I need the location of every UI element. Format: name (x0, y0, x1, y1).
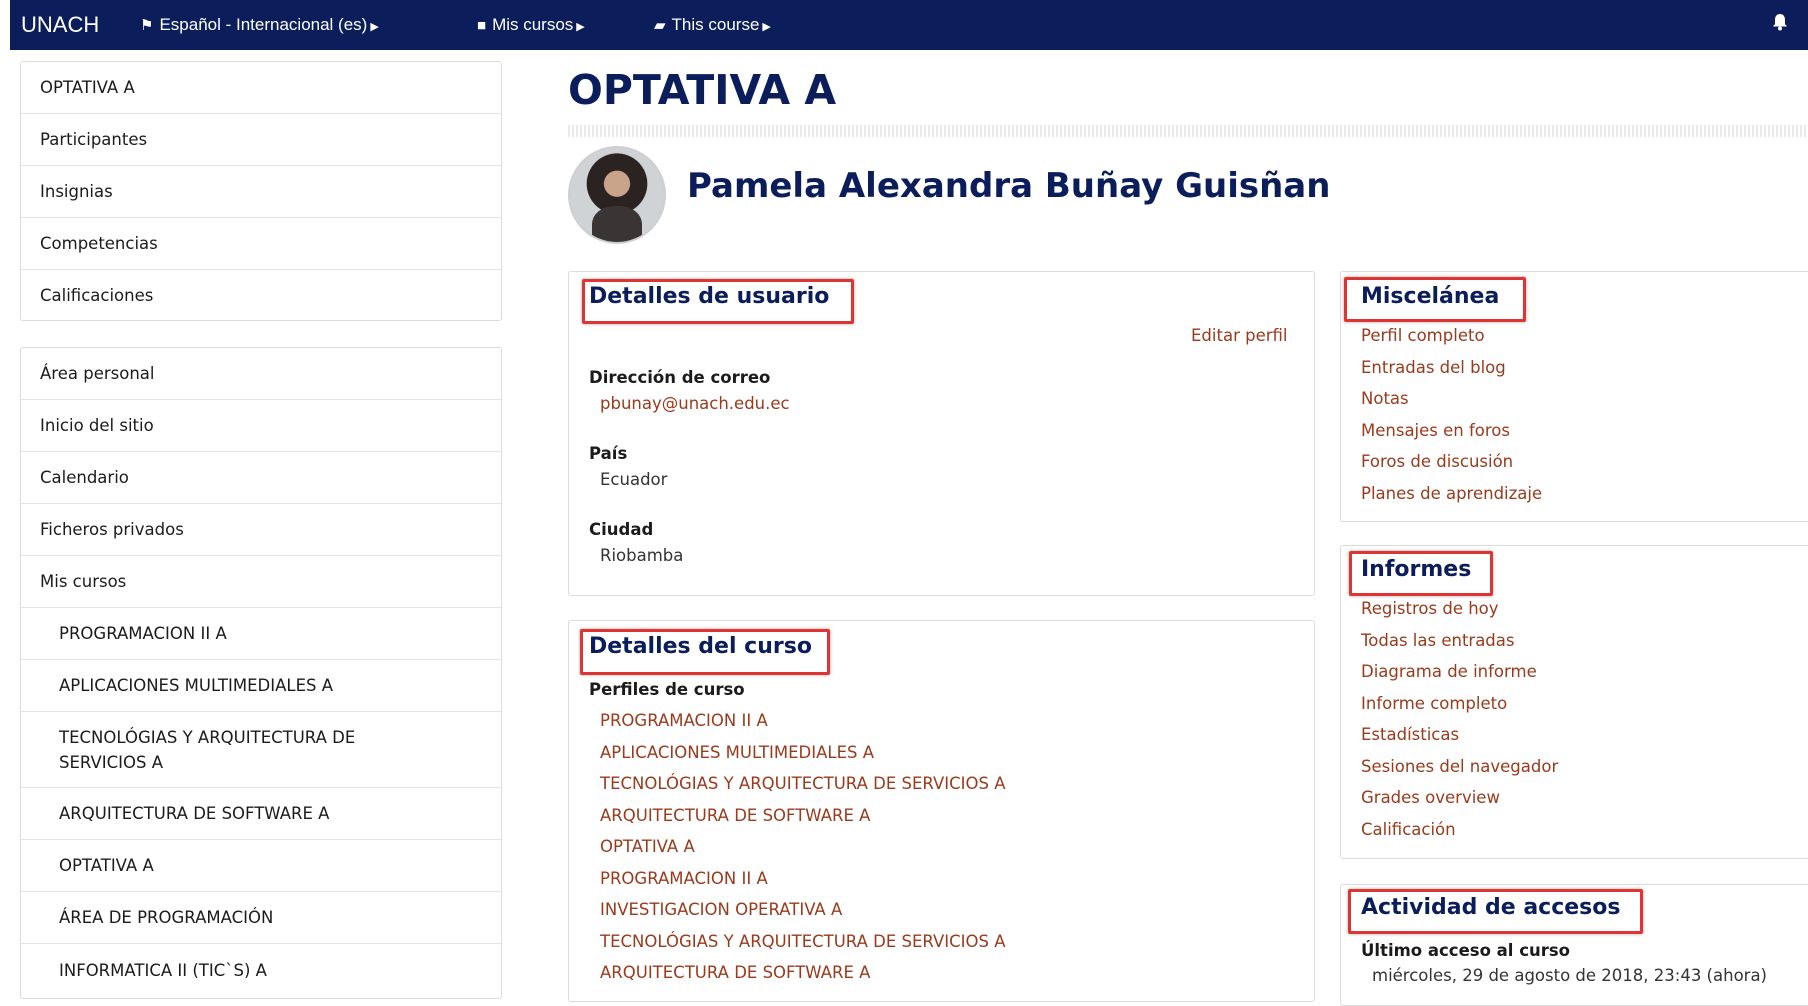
this-course-menu[interactable]: ▰ This course ▶ (654, 0, 771, 52)
sidebar-item-private-files[interactable]: Ficheros privados (21, 504, 501, 556)
country-label: País (589, 444, 628, 463)
sidebar-course-item[interactable]: ARQUITECTURA DE SOFTWARE A (21, 788, 501, 840)
my-courses-menu[interactable]: ■ Mis cursos ▶ (477, 0, 585, 52)
sidebar-item-course[interactable]: OPTATIVA A (21, 62, 501, 114)
briefcase-icon: ■ (477, 17, 487, 34)
my-courses-label: Mis cursos (492, 15, 574, 34)
reports-links: Registros de hoy Todas las entradas Diag… (1361, 593, 1558, 845)
last-access-label: Último acceso al curso (1361, 941, 1571, 960)
notes-link[interactable]: Notas (1361, 383, 1542, 415)
sidebar-item-competencies[interactable]: Competencias (21, 218, 501, 270)
sidebar-course-item[interactable]: TECNOLÓGIAS Y ARQUITECTURA DE SERVICIOS … (21, 712, 501, 788)
top-navbar: UNACH ⚑ Español - Internacional (es) ▶ ■ Mi… (10, 0, 1808, 50)
site-navigation-block: Área personal Inicio del sitio Calendari… (20, 347, 502, 999)
flag-icon: ⚑ (140, 17, 154, 34)
full-profile-link[interactable]: Perfil completo (1361, 320, 1542, 352)
sidebar-item-site-home[interactable]: Inicio del sitio (21, 400, 501, 452)
course-navigation-block: OPTATIVA A Participantes Insignias Compe… (20, 61, 502, 321)
misc-title: Miscelánea (1361, 284, 1500, 309)
country-value: Ecuador (600, 470, 668, 489)
todays-logs-link[interactable]: Registros de hoy (1361, 593, 1558, 625)
sidebar-item-participants[interactable]: Participantes (21, 114, 501, 166)
email-link[interactable]: pbunay@unach.edu.ec (600, 394, 790, 413)
sidebar-item-grades[interactable]: Calificaciones (21, 270, 501, 320)
grades-overview-link[interactable]: Grades overview (1361, 782, 1558, 814)
course-profile-link[interactable]: OPTATIVA A (600, 831, 1006, 863)
grade-link[interactable]: Calificación (1361, 814, 1558, 846)
course-profile-link[interactable]: ARQUITECTURA DE SOFTWARE A (600, 800, 1006, 832)
page-title: OPTATIVA A (568, 66, 837, 114)
statistics-link[interactable]: Estadísticas (1361, 719, 1558, 751)
notifications-bell-icon[interactable] (1772, 13, 1788, 31)
all-logs-link[interactable]: Todas las entradas (1361, 625, 1558, 657)
blog-entries-link[interactable]: Entradas del blog (1361, 352, 1542, 384)
city-value: Riobamba (600, 546, 684, 565)
course-profile-link[interactable]: INVESTIGACION OPERATIVA A (600, 894, 1006, 926)
sidebar-course-item[interactable]: INFORMATICA II (TIC`S) A (21, 944, 501, 996)
this-course-label: This course (671, 15, 760, 34)
course-details-title: Detalles del curso (589, 634, 812, 659)
course-profile-link[interactable]: TECNOLÓGIAS Y ARQUITECTURA DE SERVICIOS … (600, 768, 1006, 800)
access-activity-title: Actividad de accesos (1361, 895, 1621, 920)
brand-logo[interactable]: UNACH (21, 0, 99, 50)
course-profile-link[interactable]: PROGRAMACION II A (600, 863, 1006, 895)
forum-posts-link[interactable]: Mensajes en foros (1361, 415, 1542, 447)
reports-title: Informes (1361, 557, 1472, 582)
outline-report-link[interactable]: Diagrama de informe (1361, 656, 1558, 688)
complete-report-link[interactable]: Informe completo (1361, 688, 1558, 720)
sidebar-course-item[interactable]: ÁREA DE PROGRAMACIÓN (21, 892, 501, 944)
sidebar-item-dashboard[interactable]: Área personal (21, 348, 501, 400)
course-profiles-list: PROGRAMACION II A APLICACIONES MULTIMEDI… (600, 705, 1006, 989)
book-icon: ▰ (654, 17, 666, 34)
misc-links: Perfil completo Entradas del blog Notas … (1361, 320, 1542, 509)
email-label: Dirección de correo (589, 368, 771, 387)
edit-profile-link[interactable]: Editar perfil (1191, 326, 1287, 345)
course-profile-link[interactable]: TECNOLÓGIAS Y ARQUITECTURA DE SERVICIOS … (600, 926, 1006, 958)
caret-right-icon: ▶ (370, 21, 379, 33)
sidebar-item-my-courses[interactable]: Mis cursos (21, 556, 501, 608)
browser-sessions-link[interactable]: Sesiones del navegador (1361, 751, 1558, 783)
language-menu-label: Español - Internacional (es) (159, 15, 368, 34)
forum-discussions-link[interactable]: Foros de discusión (1361, 446, 1542, 478)
sidebar-course-item[interactable]: APLICACIONES MULTIMEDIALES A (21, 660, 501, 712)
sidebar-course-item[interactable]: PROGRAMACION II A (21, 608, 501, 660)
user-details-title: Detalles de usuario (589, 284, 830, 309)
course-profile-link[interactable]: ARQUITECTURA DE SOFTWARE A (600, 957, 1006, 989)
course-profile-link[interactable]: APLICACIONES MULTIMEDIALES A (600, 737, 1006, 769)
user-avatar[interactable] (568, 146, 666, 244)
learning-plans-link[interactable]: Planes de aprendizaje (1361, 478, 1542, 510)
sidebar-course-item[interactable]: OPTATIVA A (21, 840, 501, 892)
title-divider (568, 125, 1808, 137)
language-menu[interactable]: ⚑ Español - Internacional (es) ▶ (140, 0, 379, 52)
last-access-value: miércoles, 29 de agosto de 2018, 23:43 (… (1372, 966, 1767, 985)
course-profile-link[interactable]: PROGRAMACION II A (600, 705, 1006, 737)
caret-right-icon: ▶ (576, 21, 585, 33)
sidebar-item-calendar[interactable]: Calendario (21, 452, 501, 504)
user-full-name: Pamela Alexandra Buñay Guisñan (687, 166, 1331, 206)
course-profiles-label: Perfiles de curso (589, 680, 745, 699)
caret-right-icon: ▶ (762, 21, 771, 33)
city-label: Ciudad (589, 520, 654, 539)
sidebar-item-badges[interactable]: Insignias (21, 166, 501, 218)
